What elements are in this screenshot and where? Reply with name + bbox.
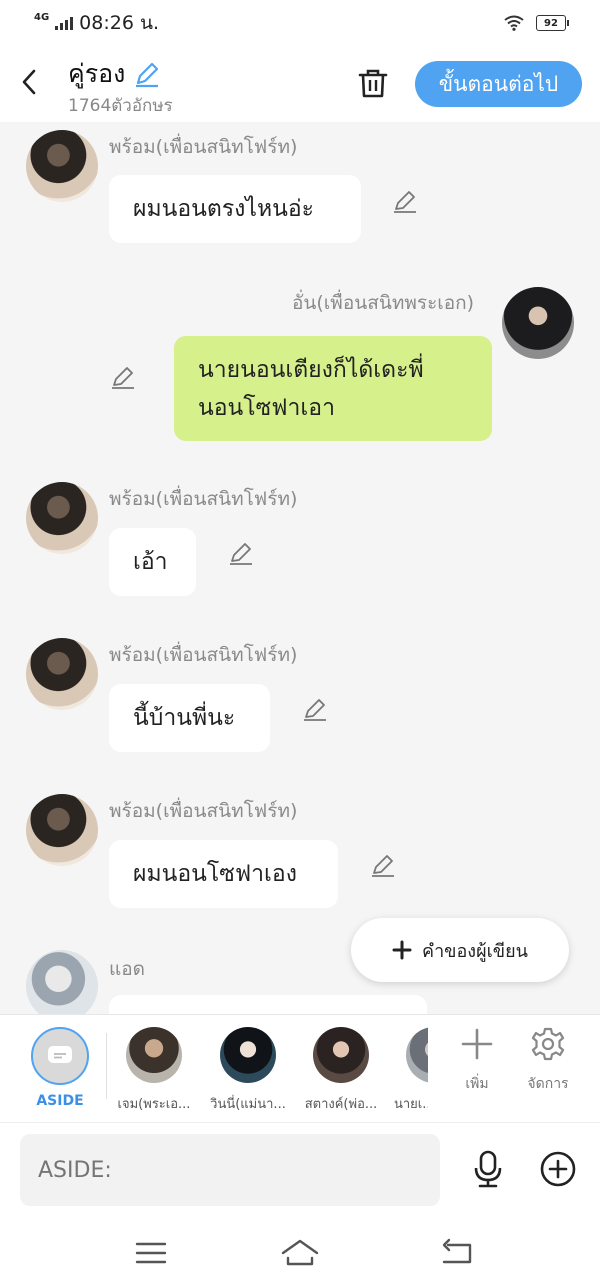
edit-message-icon[interactable] bbox=[370, 852, 396, 878]
character-bar: ASIDE เจม(พระเอ... วินนี่(แม่นา... สตางค… bbox=[0, 1014, 600, 1123]
avatar[interactable] bbox=[502, 287, 574, 359]
character-name: นายเ... bbox=[394, 1097, 428, 1112]
chevron-left-icon bbox=[22, 69, 36, 95]
character-count: 1764ตัวอักษร bbox=[68, 96, 173, 116]
edit-message-icon[interactable] bbox=[302, 696, 328, 722]
signal-icon bbox=[55, 16, 74, 30]
message-bubble[interactable]: นายนอนเตียงก็ได้เดะพี่นอนโซฟาเอา bbox=[174, 336, 492, 441]
page-title: คู่รอง bbox=[68, 59, 126, 88]
message-sender: อั่น(เพื่อนสนิทพระเอก) bbox=[292, 292, 475, 314]
edit-title-icon[interactable] bbox=[133, 60, 161, 88]
manage-label: จัดการ bbox=[527, 1076, 569, 1092]
next-step-button[interactable]: ขั้นตอนต่อไป bbox=[415, 61, 582, 107]
chat-area[interactable]: พร้อม(เพื่อนสนิทโฟร์ท) ผมนอนตรงไหนอ่ะ อั… bbox=[0, 122, 600, 1014]
top-bar: คู่รอง 1764ตัวอักษร ขั้นตอนต่อไป bbox=[0, 46, 600, 122]
aside-label: ASIDE bbox=[36, 1093, 84, 1109]
add-attachment-icon[interactable] bbox=[538, 1149, 578, 1189]
status-bar: 4G 08:26 น. 92 bbox=[0, 0, 600, 46]
avatar bbox=[220, 1027, 276, 1083]
trash-icon bbox=[358, 69, 388, 98]
character-item[interactable]: วินนี่(แม่นา... bbox=[203, 1027, 293, 1114]
character-item[interactable]: เจม(พระเอ... bbox=[109, 1027, 199, 1114]
message-sender: แอด bbox=[109, 958, 145, 980]
plus-icon bbox=[461, 1028, 493, 1060]
message-sender: พร้อม(เพื่อนสนิทโฟร์ท) bbox=[109, 644, 298, 666]
message-bubble[interactable]: ผมนอนโซฟาเอง bbox=[109, 840, 338, 908]
author-note-button[interactable]: คำของผู้เขียน bbox=[351, 918, 569, 982]
story-title[interactable]: คู่รอง bbox=[68, 54, 161, 94]
back-nav-icon[interactable] bbox=[438, 1236, 478, 1270]
delete-button[interactable] bbox=[354, 64, 392, 102]
manage-characters-button[interactable]: จัดการ bbox=[518, 1027, 578, 1095]
add-character-button[interactable]: เพิ่ม bbox=[447, 1027, 507, 1095]
avatar bbox=[313, 1027, 369, 1083]
plus-icon bbox=[392, 940, 412, 960]
avatar bbox=[126, 1027, 182, 1083]
message-bubble[interactable]: นี้บ้านพี่นะ bbox=[109, 684, 270, 752]
message-input[interactable] bbox=[20, 1134, 440, 1206]
wifi-icon bbox=[504, 15, 524, 31]
edit-message-icon[interactable] bbox=[392, 188, 418, 214]
message-bubble[interactable]: เอ้า bbox=[109, 528, 196, 596]
message-bubble[interactable]: ผมนอนตรงไหนอ่ะ bbox=[109, 175, 361, 243]
message-sender: พร้อม(เพื่อนสนิทโฟร์ท) bbox=[109, 800, 298, 822]
chat-bubble-icon bbox=[48, 1046, 72, 1063]
battery-indicator: 92 bbox=[536, 15, 569, 31]
character-item[interactable]: สตางค์(พ่อ... bbox=[296, 1027, 386, 1114]
avatar[interactable] bbox=[26, 638, 98, 710]
author-note-label: คำของผู้เขียน bbox=[422, 940, 528, 962]
avatar[interactable] bbox=[26, 794, 98, 866]
avatar[interactable] bbox=[26, 950, 98, 1014]
avatar bbox=[406, 1027, 428, 1083]
home-icon[interactable] bbox=[280, 1236, 320, 1270]
microphone-icon[interactable] bbox=[468, 1149, 508, 1189]
message-sender: พร้อม(เพื่อนสนิทโฟร์ท) bbox=[109, 488, 298, 510]
message-bubble[interactable] bbox=[109, 995, 427, 1014]
character-item[interactable]: นายเ... bbox=[384, 1027, 428, 1114]
menu-icon[interactable] bbox=[131, 1236, 171, 1270]
add-label: เพิ่ม bbox=[465, 1076, 489, 1092]
character-name: สตางค์(พ่อ... bbox=[304, 1097, 378, 1112]
divider bbox=[106, 1033, 107, 1099]
gear-icon bbox=[531, 1027, 565, 1061]
avatar[interactable] bbox=[26, 130, 98, 202]
composer bbox=[0, 1122, 600, 1223]
aside-character[interactable] bbox=[31, 1027, 89, 1085]
edit-message-icon[interactable] bbox=[228, 540, 254, 566]
network-type: 4G bbox=[34, 11, 50, 23]
system-nav-bar bbox=[0, 1222, 600, 1287]
back-button[interactable] bbox=[14, 64, 44, 100]
clock: 08:26 น. bbox=[79, 12, 159, 34]
message-sender: พร้อม(เพื่อนสนิทโฟร์ท) bbox=[109, 136, 298, 158]
avatar[interactable] bbox=[26, 482, 98, 554]
character-name: เจม(พระเอ... bbox=[117, 1097, 191, 1112]
edit-message-icon[interactable] bbox=[110, 364, 136, 390]
character-name: วินนี่(แม่นา... bbox=[210, 1097, 286, 1112]
